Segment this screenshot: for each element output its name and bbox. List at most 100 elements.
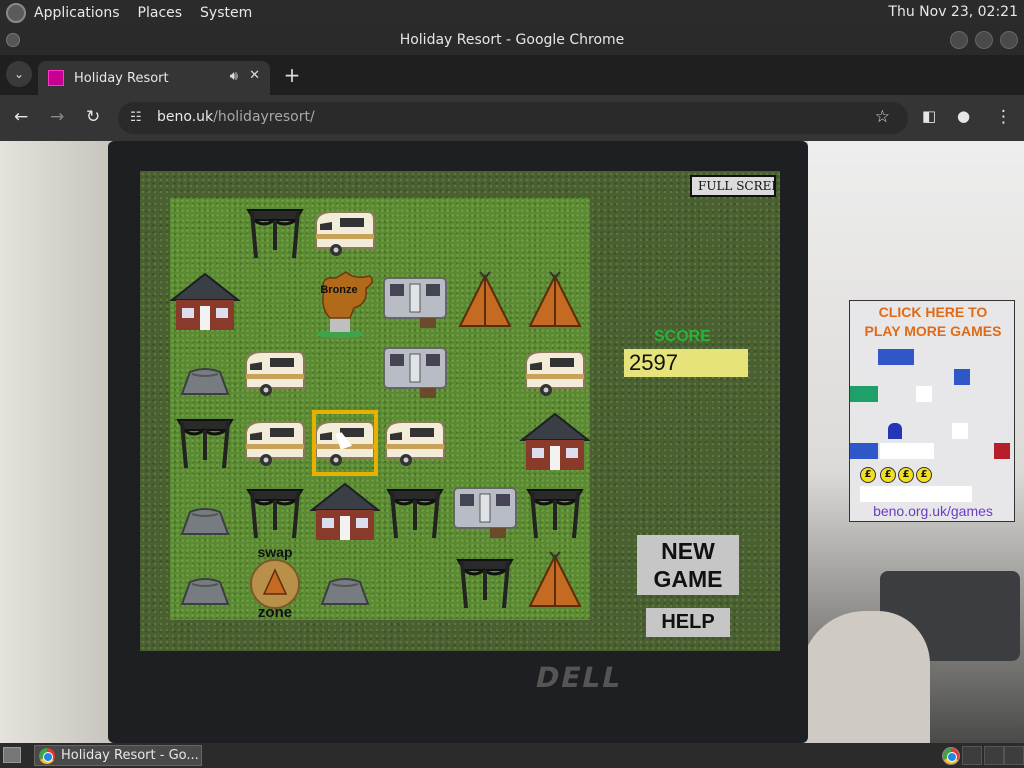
gazebo-tile[interactable] — [380, 478, 450, 548]
tent-tile[interactable] — [520, 548, 590, 618]
laptop-logo: DELL — [532, 661, 626, 694]
back-arrow-icon[interactable]: ← — [14, 107, 28, 127]
caravan-tile[interactable] — [240, 408, 310, 478]
system-menu[interactable]: System — [200, 5, 252, 21]
reload-icon[interactable]: ↻ — [86, 107, 100, 127]
bronze-label: Bronze — [320, 284, 358, 296]
static-caravan-tile[interactable] — [380, 268, 450, 338]
ad-block-white — [860, 486, 972, 502]
house-tile[interactable] — [170, 268, 240, 338]
ad-coin-icon: £ — [880, 467, 896, 483]
taskbar: Holiday Resort - Go... — [0, 743, 1024, 768]
house-tile[interactable] — [520, 408, 590, 478]
new-game-line1: NEW — [661, 538, 715, 564]
gazebo-tile[interactable] — [240, 198, 310, 268]
minimize-window-icon[interactable] — [950, 31, 968, 49]
close-tab-icon[interactable]: ✕ — [249, 68, 260, 83]
top-panel: Applications Places System Thu Nov 23, 0… — [0, 0, 1024, 25]
help-button[interactable]: HELP — [646, 608, 730, 637]
tent-tile[interactable] — [520, 268, 590, 338]
gazebo-tile[interactable] — [170, 408, 240, 478]
caravan-tile[interactable] — [310, 408, 380, 478]
webcam-background — [0, 141, 110, 743]
workspace-2[interactable] — [984, 746, 1004, 765]
ad-title-line1: CLICK HERE TO — [878, 304, 988, 320]
caravan-tile[interactable] — [380, 408, 450, 478]
fullscreen-button[interactable]: FULL SCREEN — [690, 175, 776, 197]
workspace-1[interactable] — [962, 746, 982, 765]
game-canvas[interactable]: Bronze swap zone FULL SCREEN SCORE 2597 NE… — [140, 171, 780, 651]
ad-block-white — [952, 423, 968, 439]
site-settings-icon[interactable]: ☷ — [130, 110, 142, 125]
ad-block-green — [850, 386, 878, 402]
site-favicon-icon — [48, 70, 64, 86]
ad-block-blue — [878, 349, 914, 365]
ad-title: CLICK HERE TO PLAY MORE GAMES — [850, 303, 1014, 341]
tab-holiday-resort[interactable]: Holiday Resort 🔊︎ ✕ — [38, 61, 270, 95]
close-window-icon[interactable] — [1000, 31, 1018, 49]
swap-zone-tile[interactable]: swap zone — [240, 544, 310, 621]
new-game-button[interactable]: NEW GAME — [637, 535, 739, 595]
panel-clock[interactable]: Thu Nov 23, 02:21 — [888, 4, 1018, 20]
score-label: SCORE — [654, 328, 711, 345]
new-game-line2: GAME — [653, 566, 723, 592]
rock-tile[interactable] — [170, 478, 240, 548]
rock-tile[interactable] — [170, 548, 240, 618]
distro-logo-icon[interactable] — [6, 2, 26, 23]
rock-tile[interactable] — [310, 548, 380, 618]
ad-block-white — [880, 443, 934, 459]
ad-player-icon — [888, 423, 902, 439]
address-bar[interactable]: ☷ beno.uk/holidayresort/ ☆ — [118, 102, 908, 134]
show-desktop-icon[interactable] — [3, 747, 21, 763]
forward-arrow-icon[interactable]: → — [50, 107, 64, 127]
gazebo-tile[interactable] — [450, 548, 520, 618]
chrome-icon — [39, 747, 55, 764]
url-text[interactable]: beno.uk/holidayresort/ — [157, 109, 315, 125]
house-tile[interactable] — [310, 478, 380, 548]
bookmark-star-icon[interactable]: ☆ — [875, 107, 890, 127]
swap-label: swap — [257, 544, 293, 560]
ad-block-blue — [850, 443, 878, 459]
ad-coin-icon: £ — [898, 467, 914, 483]
window-titlebar[interactable]: Holiday Resort - Google Chrome — [0, 25, 1024, 55]
window-menu-icon[interactable] — [6, 33, 20, 47]
tent-tile[interactable] — [450, 268, 520, 338]
window-title: Holiday Resort - Google Chrome — [399, 32, 625, 48]
game-board[interactable]: Bronze swap zone — [170, 198, 590, 621]
profile-icon[interactable]: ● — [957, 107, 970, 125]
static-caravan-tile[interactable] — [380, 338, 450, 408]
applications-menu[interactable]: Applications — [34, 5, 120, 21]
taskbar-window-label: Holiday Resort - Go... — [61, 748, 199, 763]
tab-title: Holiday Resort — [74, 70, 169, 86]
speaker-icon[interactable]: 🔊︎ — [230, 69, 238, 84]
more-games-ad[interactable]: CLICK HERE TO PLAY MORE GAMES £ £ £ £ be… — [849, 300, 1015, 522]
kebab-menu-icon[interactable]: ⋮ — [995, 107, 1012, 127]
static-caravan-tile[interactable] — [450, 478, 520, 548]
tab-search-chevron-icon[interactable]: ⌄ — [6, 61, 32, 87]
side-panel-icon[interactable]: ◧ — [922, 107, 936, 125]
webcam-hand-image — [800, 611, 930, 743]
ad-coin-icon: £ — [916, 467, 932, 483]
taskbar-chrome-window[interactable]: Holiday Resort - Go... — [34, 745, 202, 766]
maximize-window-icon[interactable] — [975, 31, 993, 49]
ad-link[interactable]: beno.org.uk/games — [850, 503, 1014, 519]
caravan-tile[interactable] — [240, 338, 310, 408]
bronze-trophy-tile[interactable]: Bronze — [310, 268, 380, 338]
ad-block-white — [916, 386, 932, 402]
workspace-3[interactable] — [1004, 746, 1024, 765]
caravan-tile[interactable] — [310, 198, 380, 268]
tray-chrome-icon[interactable] — [942, 747, 960, 765]
rock-tile[interactable] — [170, 338, 240, 408]
gazebo-tile[interactable] — [520, 478, 590, 548]
new-tab-plus-icon[interactable]: + — [280, 63, 304, 87]
browser-toolbar: ← → ↻ ☷ beno.uk/holidayresort/ ☆ ◧ ● ⋮ — [0, 95, 1024, 141]
ad-block-blue — [954, 369, 970, 385]
score-value: 2597 — [624, 349, 748, 377]
tab-strip: ⌄ Holiday Resort 🔊︎ ✕ + — [0, 55, 1024, 95]
gazebo-tile[interactable] — [240, 478, 310, 548]
places-menu[interactable]: Places — [138, 5, 183, 21]
ad-robot-icon — [994, 443, 1010, 459]
zone-label: zone — [257, 604, 293, 621]
caravan-tile[interactable] — [520, 338, 590, 408]
ad-coin-icon: £ — [860, 467, 876, 483]
